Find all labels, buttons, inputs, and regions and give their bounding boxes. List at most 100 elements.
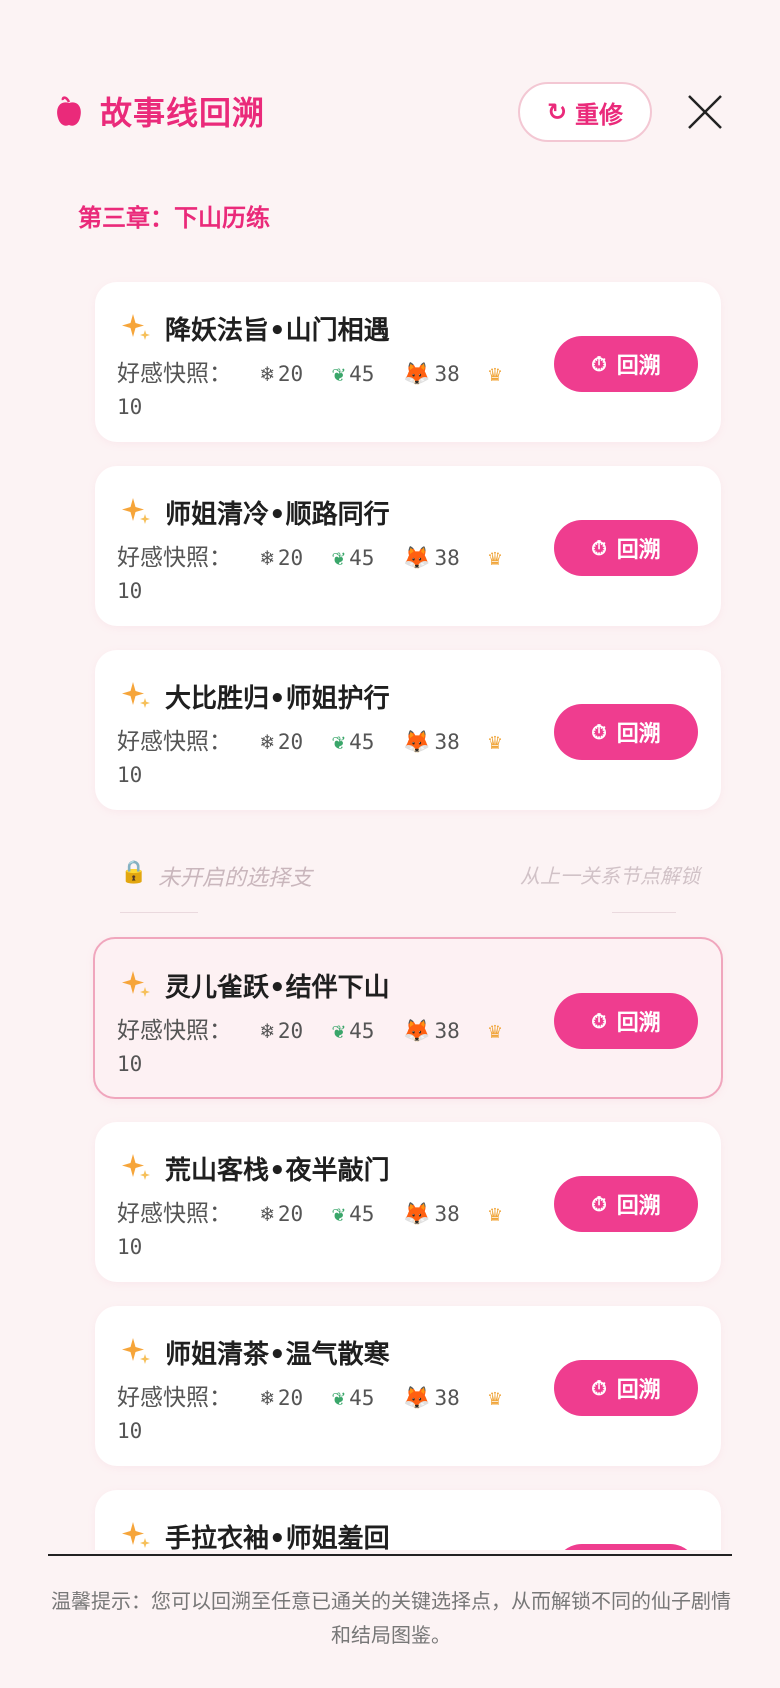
sparkle-icon: [122, 314, 150, 340]
affection-snapshot: 好感快照： ❄ 20 ❦ 45 🦊 38 ♛ 10: [117, 542, 517, 607]
snowflake-icon: ❄: [260, 546, 274, 571]
sparkle-icon: [122, 682, 150, 708]
story-node-card: 师姐清茶•温气散寒 好感快照： ❄ 20 ❦ 45 🦊 38 ♛ 10 ⏱ 回溯: [95, 1306, 721, 1466]
stat-value: 20: [277, 1202, 304, 1226]
timer-icon: ⏱: [591, 1009, 607, 1033]
story-node-list[interactable]: 降妖法旨•山门相遇 好感快照： ❄ 20 ❦ 45 🦊 38 ♛ 10 ⏱ 回溯 师姐…: [0, 0, 780, 1550]
sparkle-icon: [122, 1338, 150, 1364]
timer-icon: ⏱: [591, 1376, 607, 1400]
rewind-button[interactable]: ⏱ 回溯: [554, 993, 698, 1049]
stat-value: 45: [349, 1019, 375, 1043]
story-node-title: 荒山客栈•夜半敲门: [165, 1156, 390, 1186]
footer-tip: 温馨提示：您可以回溯至任意已通关的关键选择点，从而解锁不同的仙子剧情和结局图鉴。: [51, 1589, 731, 1647]
stat-value: 20: [277, 362, 304, 386]
timer-icon: ⏱: [591, 352, 607, 376]
affection-label: 好感快照：: [117, 545, 232, 571]
stat-value: 20: [277, 730, 304, 754]
timer-icon: ⏱: [591, 536, 607, 560]
sparkle-icon: [122, 1522, 150, 1548]
fox-icon: 🦊: [403, 362, 431, 387]
stat-value: 38: [434, 362, 460, 386]
affection-label: 好感快照：: [117, 1201, 232, 1227]
locked-branch-label: 未开启的选择支: [158, 866, 313, 891]
crown-icon: ♛: [488, 546, 502, 571]
crown-icon: ♛: [488, 362, 502, 387]
locked-branch: 🔒 未开启的选择支 从上一关系节点解锁: [120, 856, 720, 896]
leaf-icon: ❦: [331, 1386, 346, 1411]
stat-value: 20: [277, 1386, 304, 1410]
story-node-title: 师姐清茶•温气散寒: [165, 1340, 390, 1370]
leaf-icon: ❦: [331, 1202, 346, 1227]
stat-value: 38: [434, 1202, 460, 1226]
story-node-card: 大比胜归•师姐护行 好感快照： ❄ 20 ❦ 45 🦊 38 ♛ 10 ⏱ 回溯: [95, 650, 721, 810]
snowflake-icon: ❄: [260, 1386, 274, 1411]
rewind-button[interactable]: ⏱ 回溯: [554, 704, 698, 760]
fox-icon: 🦊: [403, 730, 431, 755]
stat-value: 45: [349, 362, 375, 386]
rewind-button[interactable]: ⏱ 回溯: [554, 1544, 698, 1550]
crown-icon: ♛: [488, 1386, 502, 1411]
stat-value: 45: [349, 1202, 375, 1226]
sparkle-icon: [122, 1154, 150, 1180]
stat-value: 38: [434, 730, 460, 754]
divider: [48, 1554, 732, 1556]
snowflake-icon: ❄: [260, 362, 274, 387]
rewind-button[interactable]: ⏱ 回溯: [554, 520, 698, 576]
stat-value: 45: [349, 730, 375, 754]
story-node-title: 手拉衣袖•师姐羞回: [165, 1524, 390, 1550]
rewind-button-label: 回溯: [616, 354, 661, 379]
rewind-button-label: 回溯: [616, 1378, 661, 1403]
stat-value: 10: [117, 395, 143, 419]
fox-icon: 🦊: [403, 546, 431, 571]
affection-snapshot: 好感快照： ❄ 20 ❦ 45 🦊 38 ♛ 10: [117, 1198, 517, 1263]
footer: 温馨提示：您可以回溯至任意已通关的关键选择点，从而解锁不同的仙子剧情和结局图鉴。: [0, 1554, 780, 1688]
stat-value: 38: [434, 546, 460, 570]
story-node-title: 降妖法旨•山门相遇: [165, 316, 390, 346]
rewind-button-label: 回溯: [616, 1194, 661, 1219]
rewind-button[interactable]: ⏱ 回溯: [554, 336, 698, 392]
leaf-icon: ❦: [331, 1019, 346, 1044]
rewind-button-label: 回溯: [616, 722, 661, 747]
story-node-card: 降妖法旨•山门相遇 好感快照： ❄ 20 ❦ 45 🦊 38 ♛ 10 ⏱ 回溯: [95, 282, 721, 442]
lock-icon: 🔒: [120, 860, 148, 885]
fox-icon: 🦊: [403, 1386, 431, 1411]
crown-icon: ♛: [488, 1202, 502, 1227]
stat-value: 10: [117, 579, 143, 603]
snowflake-icon: ❄: [260, 1202, 274, 1227]
fox-icon: 🦊: [403, 1019, 431, 1044]
timer-icon: ⏱: [591, 720, 607, 744]
story-node-title: 大比胜归•师姐护行: [165, 684, 390, 714]
stat-value: 38: [434, 1019, 460, 1043]
locked-branch-hint: 从上一关系节点解锁: [520, 864, 700, 888]
divider: [120, 912, 198, 913]
affection-label: 好感快照：: [117, 729, 232, 755]
affection-label: 好感快照：: [117, 361, 232, 387]
affection-snapshot: 好感快照： ❄ 20 ❦ 45 🦊 38 ♛ 10: [117, 1382, 517, 1447]
snowflake-icon: ❄: [260, 730, 274, 755]
story-node-title: 灵儿雀跃•结伴下山: [165, 973, 390, 1003]
leaf-icon: ❦: [331, 730, 346, 755]
rewind-button[interactable]: ⏱ 回溯: [554, 1360, 698, 1416]
fox-icon: 🦊: [403, 1202, 431, 1227]
story-node-title: 师姐清冷•顺路同行: [165, 500, 390, 530]
snowflake-icon: ❄: [260, 1019, 274, 1044]
crown-icon: ♛: [488, 1019, 502, 1044]
stat-value: 10: [117, 1052, 143, 1076]
story-node-card: 手拉衣袖•师姐羞回 ⏱ 回溯: [95, 1490, 721, 1550]
crown-icon: ♛: [488, 730, 502, 755]
stat-value: 10: [117, 763, 143, 787]
stat-value: 10: [117, 1235, 143, 1259]
affection-snapshot: 好感快照： ❄ 20 ❦ 45 🦊 38 ♛ 10: [117, 726, 517, 791]
story-node-card: 师姐清冷•顺路同行 好感快照： ❄ 20 ❦ 45 🦊 38 ♛ 10 ⏱ 回溯: [95, 466, 721, 626]
rewind-button-label: 回溯: [616, 1011, 661, 1036]
sparkle-icon: [122, 498, 150, 524]
stat-value: 45: [349, 546, 375, 570]
divider: [612, 912, 676, 913]
stat-value: 20: [277, 546, 304, 570]
stat-value: 38: [434, 1386, 460, 1410]
affection-label: 好感快照：: [117, 1018, 232, 1044]
rewind-button-label: 回溯: [616, 538, 661, 563]
affection-snapshot: 好感快照： ❄ 20 ❦ 45 🦊 38 ♛ 10: [117, 358, 517, 423]
rewind-button[interactable]: ⏱ 回溯: [554, 1176, 698, 1232]
timer-icon: ⏱: [591, 1192, 607, 1216]
